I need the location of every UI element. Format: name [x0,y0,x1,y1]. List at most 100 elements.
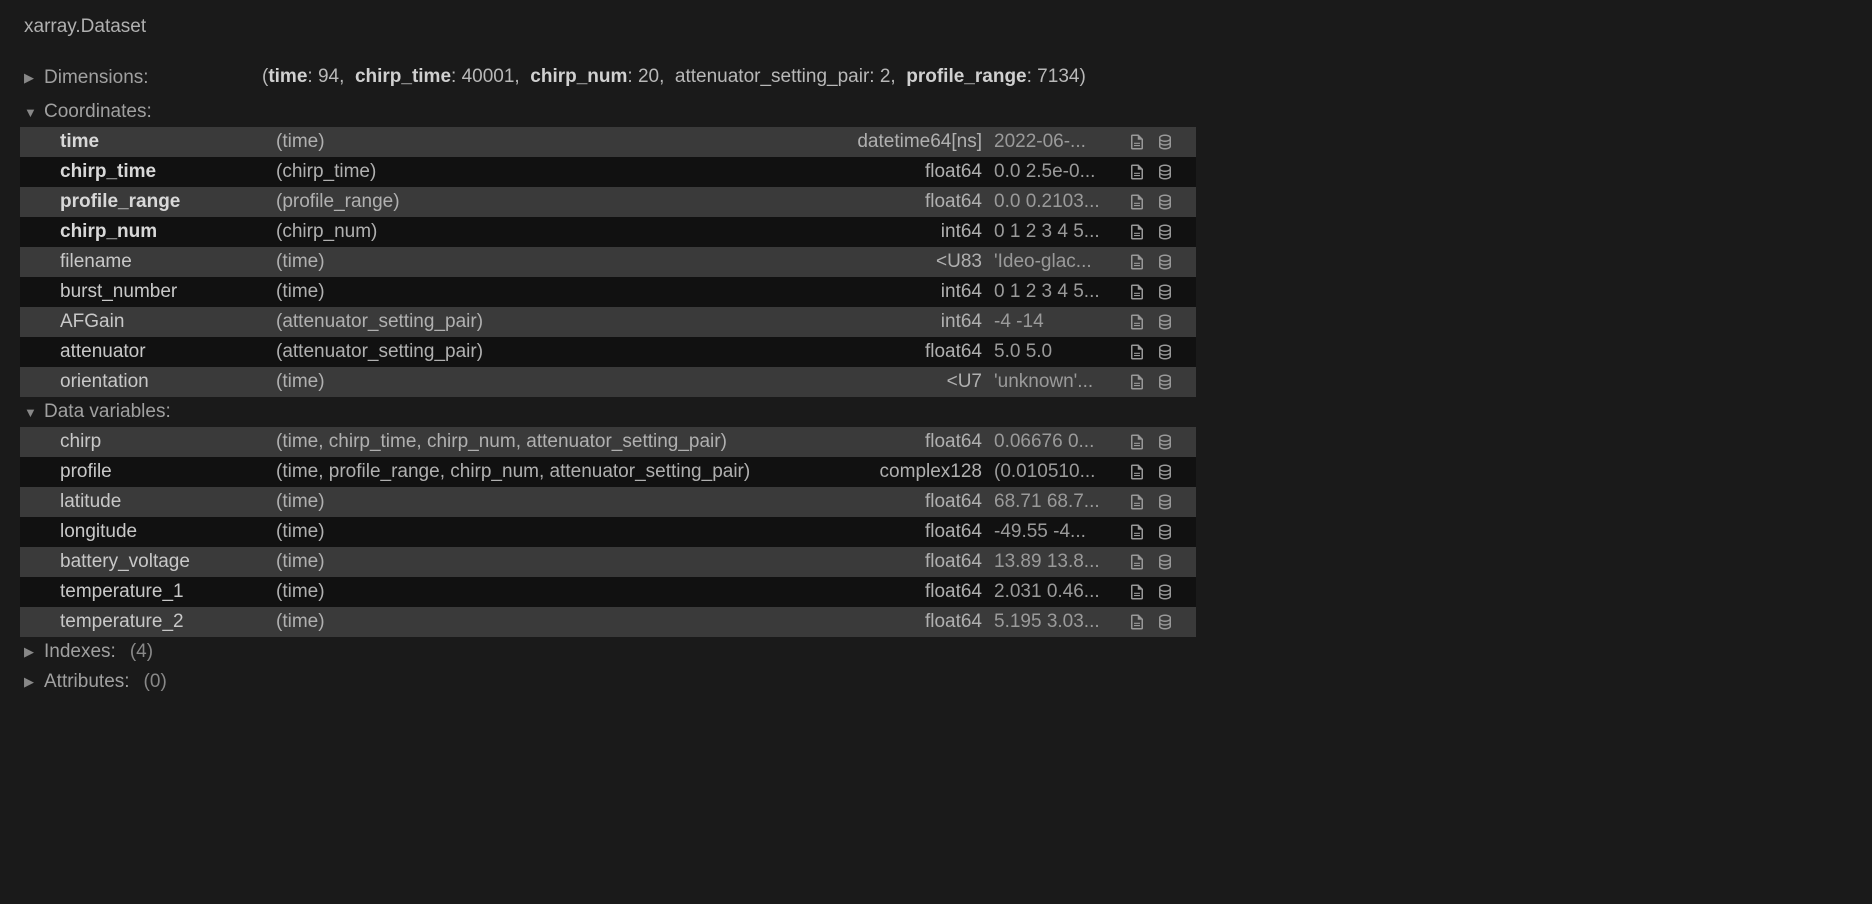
variable-dtype: <U7 [836,371,994,393]
variable-row: profile_range(profile_range)float640.0 0… [20,187,1196,217]
variable-dims: (time) [276,521,836,543]
variable-dtype: int64 [836,311,994,333]
variable-preview: 5.0 5.0 [994,341,1122,363]
variable-row: temperature_2(time)float645.195 3.03... [20,607,1196,637]
coordinates-label: Coordinates: [44,101,152,123]
attrs-icon[interactable] [1128,283,1146,301]
variable-dims: (time) [276,611,836,633]
data-vars-rows: chirp(time, chirp_time, chirp_num, atten… [20,427,1196,637]
variable-dtype: float64 [836,551,994,573]
variable-row: longitude(time)float64-49.55 -4... [20,517,1196,547]
variable-dims: (time) [276,281,836,303]
variable-row: attenuator(attenuator_setting_pair)float… [20,337,1196,367]
data-repr-icon[interactable] [1156,583,1174,601]
variable-row: chirp_num(chirp_num)int640 1 2 3 4 5... [20,217,1196,247]
data-repr-icon[interactable] [1156,253,1174,271]
variable-actions [1122,313,1174,331]
attrs-icon[interactable] [1128,133,1146,151]
variable-dims: (time) [276,131,836,153]
data-repr-icon[interactable] [1156,193,1174,211]
attrs-icon[interactable] [1128,433,1146,451]
chevron-down-icon: ▼ [24,105,38,120]
data-repr-icon[interactable] [1156,523,1174,541]
attrs-icon[interactable] [1128,343,1146,361]
dimensions-section: ▶ Dimensions: (time: 94, chirp_time: 400… [20,62,1852,97]
variable-name: AFGain [60,311,276,333]
attrs-icon[interactable] [1128,493,1146,511]
variable-preview: 0 1 2 3 4 5... [994,221,1122,243]
variable-actions [1122,193,1174,211]
variable-actions [1122,583,1174,601]
chevron-right-icon: ▶ [24,70,38,86]
variable-name: longitude [60,521,276,543]
data-repr-icon[interactable] [1156,343,1174,361]
attrs-icon[interactable] [1128,373,1146,391]
variable-name: battery_voltage [60,551,276,573]
data-repr-icon[interactable] [1156,133,1174,151]
variable-name: time [60,131,276,153]
variable-dtype: float64 [836,611,994,633]
attrs-icon[interactable] [1128,313,1146,331]
variable-row: temperature_1(time)float642.031 0.46... [20,577,1196,607]
variable-dtype: datetime64[ns] [836,131,994,153]
variable-preview: 0 1 2 3 4 5... [994,281,1122,303]
attributes-header[interactable]: ▶ Attributes: (0) [20,667,1852,697]
variable-name: latitude [60,491,276,513]
attrs-icon[interactable] [1128,163,1146,181]
variable-actions [1122,223,1174,241]
variable-dtype: complex128 [836,461,994,483]
data-repr-icon[interactable] [1156,163,1174,181]
data-repr-icon[interactable] [1156,613,1174,631]
variable-actions [1122,493,1174,511]
variable-preview: 2022-06-... [994,131,1122,153]
variable-dtype: float64 [836,341,994,363]
dataset-title: xarray.Dataset [20,16,1852,38]
data-repr-icon[interactable] [1156,463,1174,481]
variable-name: temperature_1 [60,581,276,603]
data-repr-icon[interactable] [1156,283,1174,301]
variable-dims: (chirp_time) [276,161,836,183]
variable-name: attenuator [60,341,276,363]
variable-dims: (profile_range) [276,191,836,213]
data-repr-icon[interactable] [1156,493,1174,511]
variable-dtype: float64 [836,191,994,213]
attrs-icon[interactable] [1128,193,1146,211]
variable-actions [1122,613,1174,631]
attributes-count: (0) [144,671,167,693]
variable-actions [1122,463,1174,481]
data-repr-icon[interactable] [1156,313,1174,331]
attrs-icon[interactable] [1128,253,1146,271]
variable-dtype: float64 [836,491,994,513]
variable-preview: 0.0 2.5e-0... [994,161,1122,183]
indexes-label: Indexes: [44,641,116,663]
attrs-icon[interactable] [1128,223,1146,241]
data-vars-header[interactable]: ▼ Data variables: [20,397,1852,427]
data-repr-icon[interactable] [1156,373,1174,391]
data-repr-icon[interactable] [1156,223,1174,241]
indexes-header[interactable]: ▶ Indexes: (4) [20,637,1852,667]
variable-preview: 'unknown'... [994,371,1122,393]
variable-row: latitude(time)float6468.71 68.7... [20,487,1196,517]
variable-preview: (0.010510... [994,461,1122,483]
variable-row: filename(time)<U83'Ideo-glac... [20,247,1196,277]
variable-row: time(time)datetime64[ns]2022-06-... [20,127,1196,157]
dimensions-header[interactable]: ▶ Dimensions: [24,67,256,89]
dimensions-summary: (time: 94, chirp_time: 40001, chirp_num:… [262,66,1086,88]
attrs-icon[interactable] [1128,523,1146,541]
variable-preview: 13.89 13.8... [994,551,1122,573]
data-repr-icon[interactable] [1156,433,1174,451]
variable-dtype: float64 [836,521,994,543]
data-vars-label: Data variables: [44,401,171,423]
attrs-icon[interactable] [1128,553,1146,571]
variable-preview: 0.06676 0... [994,431,1122,453]
attrs-icon[interactable] [1128,613,1146,631]
variable-row: burst_number(time)int640 1 2 3 4 5... [20,277,1196,307]
attrs-icon[interactable] [1128,463,1146,481]
variable-row: chirp_time(chirp_time)float640.0 2.5e-0.… [20,157,1196,187]
coordinates-header[interactable]: ▼ Coordinates: [20,97,1852,127]
attrs-icon[interactable] [1128,583,1146,601]
data-repr-icon[interactable] [1156,553,1174,571]
variable-dtype: float64 [836,431,994,453]
variable-preview: 2.031 0.46... [994,581,1122,603]
variable-name: temperature_2 [60,611,276,633]
